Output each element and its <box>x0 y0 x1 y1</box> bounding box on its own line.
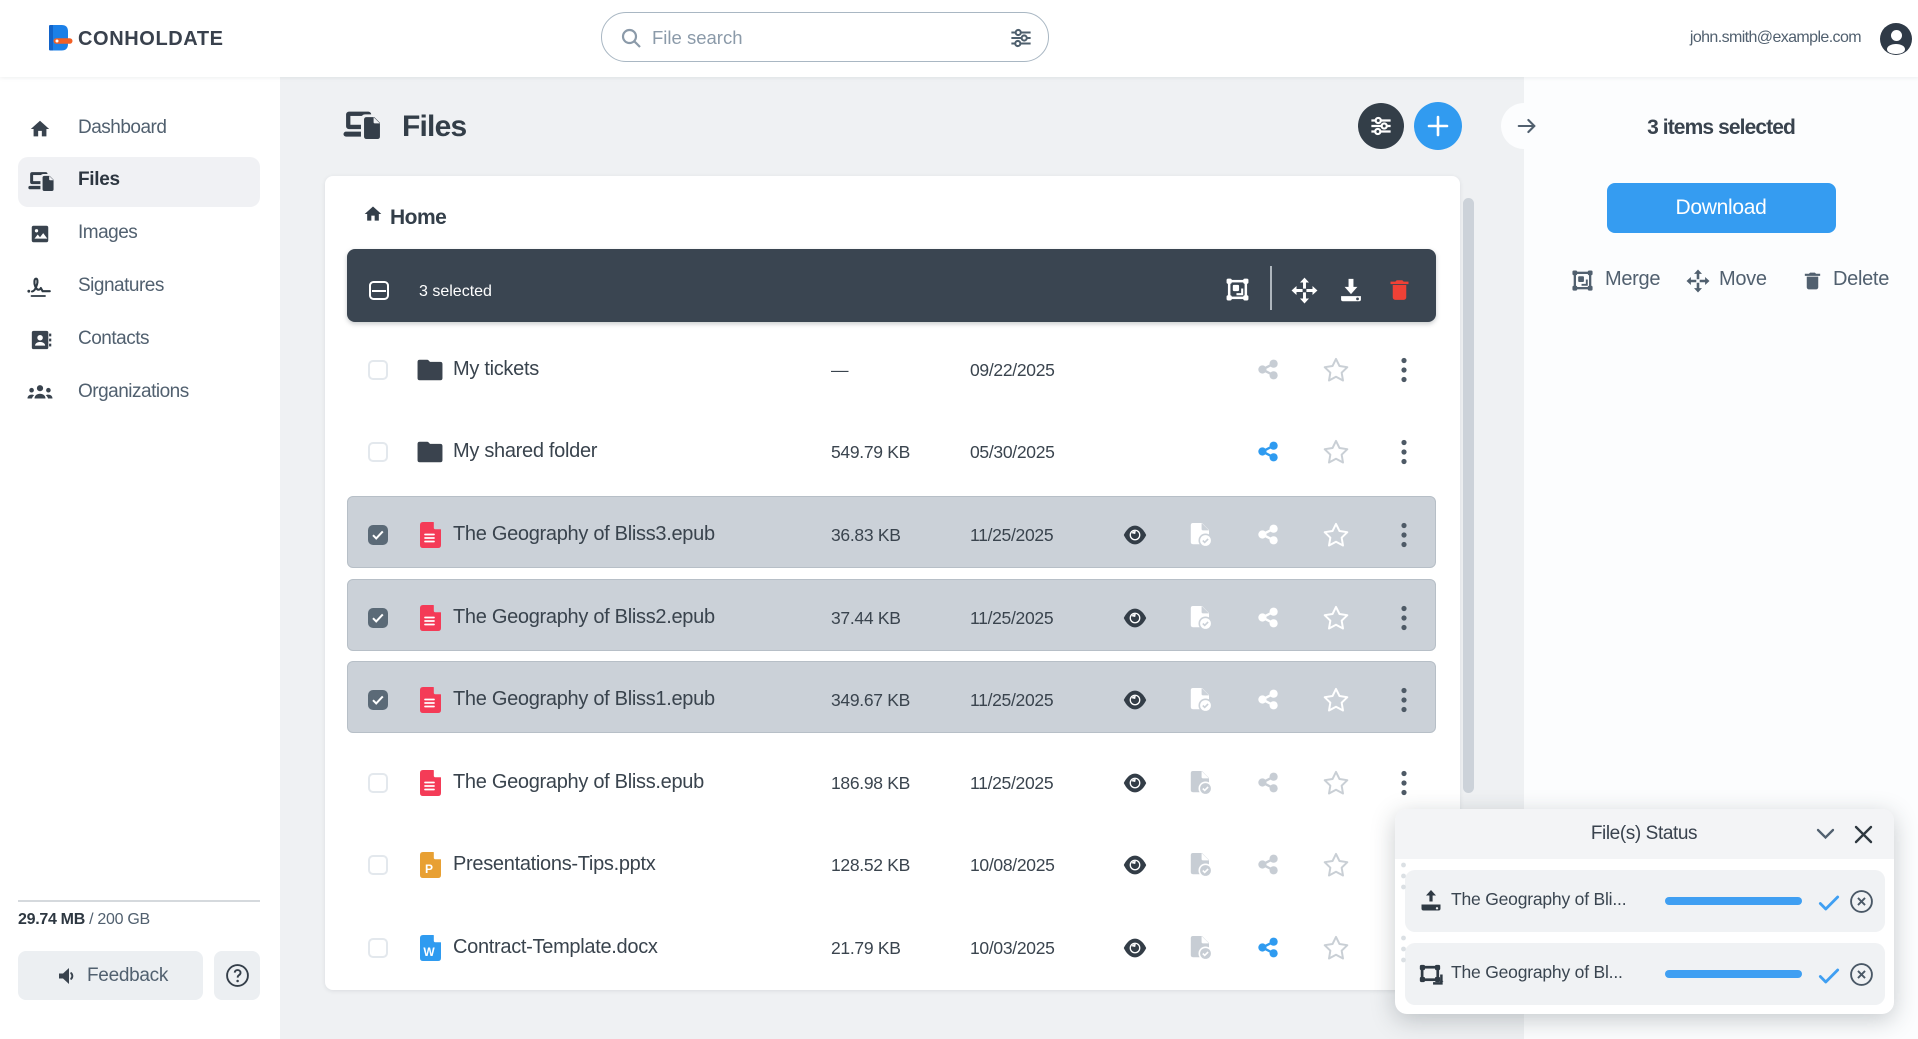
svg-text:P: P <box>425 862 433 876</box>
svg-text:W: W <box>423 945 435 959</box>
